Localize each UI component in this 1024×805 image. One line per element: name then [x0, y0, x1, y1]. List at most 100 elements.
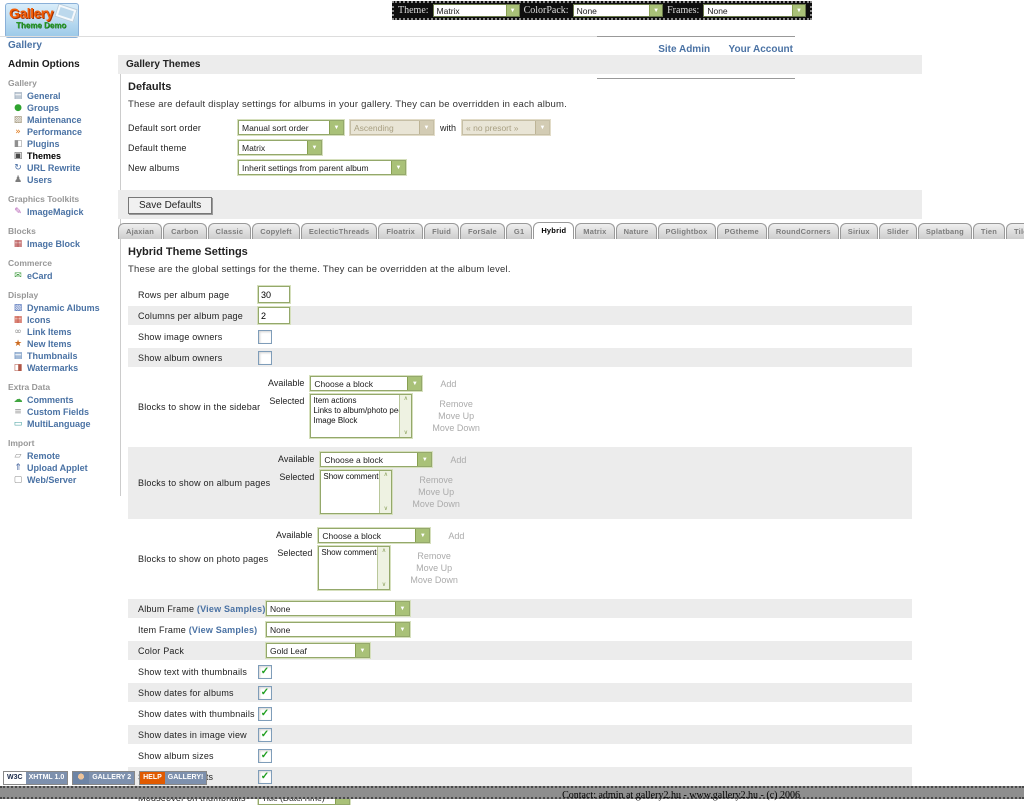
tab-pgtheme[interactable]: PGtheme	[717, 223, 767, 239]
selected-blocks-listbox[interactable]: Show comments	[320, 470, 392, 514]
show-view-counts-checkbox[interactable]: ✓	[258, 770, 272, 784]
move-down-button[interactable]: Move Down	[432, 423, 480, 433]
available-blocks-select[interactable]: Choose a block	[320, 452, 432, 467]
tab-slider[interactable]: Slider	[879, 223, 917, 239]
sidebar-item-upload-applet[interactable]: ⇑Upload Applet	[8, 462, 113, 474]
show-album-sizes-checkbox[interactable]: ✓	[258, 749, 272, 763]
tab-classic[interactable]: Classic	[208, 223, 252, 239]
gallery2-badge[interactable]: GALLERY 2	[72, 771, 135, 785]
listbox-option[interactable]: Links to album/photo peers	[313, 406, 397, 416]
listbox-option[interactable]: Image Block	[313, 416, 397, 426]
tab-hybrid[interactable]: Hybrid	[533, 222, 574, 239]
selected-blocks-listbox[interactable]: Show comments	[318, 546, 390, 590]
album-frame-select[interactable]: None	[266, 601, 410, 616]
move-up-button[interactable]: Move Up	[416, 563, 452, 573]
columns-per-page-input[interactable]	[258, 307, 290, 324]
breadcrumb[interactable]: Gallery	[8, 40, 42, 51]
view-samples-link[interactable]: (View Samples)	[189, 625, 258, 635]
sidebar-item-plugins[interactable]: ◧Plugins	[8, 138, 113, 150]
show-dates-albums-checkbox[interactable]: ✓	[258, 686, 272, 700]
remove-button[interactable]: Remove	[417, 551, 451, 561]
sidebar-item-dynamic-albums[interactable]: ▧Dynamic Albums	[8, 302, 113, 314]
tab-g1[interactable]: G1	[506, 223, 532, 239]
move-up-button[interactable]: Move Up	[438, 411, 474, 421]
show-dates-thumbs-checkbox[interactable]: ✓	[258, 707, 272, 721]
colorpack-select[interactable]: None	[573, 4, 664, 17]
move-down-button[interactable]: Move Down	[410, 575, 458, 585]
theme-select[interactable]: Matrix	[433, 4, 520, 17]
sort-order-select[interactable]: Manual sort order	[238, 120, 344, 135]
show-album-owners-checkbox[interactable]	[258, 351, 272, 365]
tab-eclecticthreads[interactable]: EclecticThreads	[301, 223, 378, 239]
tab-copyleft[interactable]: Copyleft	[252, 223, 300, 239]
color-pack-select[interactable]: Gold Leaf	[266, 643, 370, 658]
sidebar-item-image-block[interactable]: ▦Image Block	[8, 238, 113, 250]
remove-button[interactable]: Remove	[419, 475, 453, 485]
show-image-owners-checkbox[interactable]	[258, 330, 272, 344]
tab-tile[interactable]: Tile	[1006, 223, 1024, 239]
listbox-option[interactable]: Show comments	[321, 548, 375, 558]
available-blocks-select[interactable]: Choose a block	[310, 376, 422, 391]
gallery-logo[interactable]: Gallery Theme Demo	[5, 3, 79, 38]
sidebar-item-remote[interactable]: ▱Remote	[8, 450, 113, 462]
sidebar-item-link-items[interactable]: ∞Link Items	[8, 326, 113, 338]
sidebar-item-comments[interactable]: ☁Comments	[8, 394, 113, 406]
tab-tien[interactable]: Tien	[973, 223, 1005, 239]
sidebar-item-ecard[interactable]: ✉eCard	[8, 270, 113, 282]
listbox-scrollbar[interactable]	[379, 471, 391, 513]
sidebar-item-groups[interactable]: ●Groups	[8, 102, 113, 114]
dynamic-albums-icon: ▧	[12, 303, 24, 313]
tab-nature[interactable]: Nature	[616, 223, 657, 239]
available-blocks-select[interactable]: Choose a block	[318, 528, 430, 543]
save-defaults-bar: Save Defaults	[118, 190, 922, 219]
sidebar-item-maintenance[interactable]: ▨Maintenance	[8, 114, 113, 126]
add-button[interactable]: Add	[448, 528, 464, 541]
site-admin-link[interactable]: Site Admin	[658, 44, 710, 55]
sidebar-item-general[interactable]: ▤General	[8, 90, 113, 102]
tab-pglightbox[interactable]: PGlightbox	[658, 223, 716, 239]
selected-blocks-listbox[interactable]: Item actionsLinks to album/photo peersIm…	[310, 394, 412, 438]
tab-matrix[interactable]: Matrix	[575, 223, 614, 239]
sidebar-item-url-rewrite[interactable]: ↻URL Rewrite	[8, 162, 113, 174]
default-theme-select[interactable]: Matrix	[238, 140, 322, 155]
w3c-xhtml-badge[interactable]: W3C XHTML 1.0	[3, 771, 68, 785]
move-up-button[interactable]: Move Up	[418, 487, 454, 497]
tab-splatbang[interactable]: Splatbang	[918, 223, 972, 239]
move-down-button[interactable]: Move Down	[412, 499, 460, 509]
listbox-option[interactable]: Item actions	[313, 396, 397, 406]
sidebar-item-thumbnails[interactable]: ▤Thumbnails	[8, 350, 113, 362]
tab-floatrix[interactable]: Floatrix	[378, 223, 423, 239]
item-frame-select[interactable]: None	[266, 622, 410, 637]
add-button[interactable]: Add	[450, 452, 466, 465]
save-defaults-button[interactable]: Save Defaults	[128, 197, 212, 214]
help-gallery-badge[interactable]: HELP GALLERY!	[139, 771, 207, 785]
show-text-thumbs-checkbox[interactable]: ✓	[258, 665, 272, 679]
rows-per-page-input[interactable]	[258, 286, 290, 303]
tab-ajaxian[interactable]: Ajaxian	[118, 223, 162, 239]
remove-button[interactable]: Remove	[439, 399, 473, 409]
sidebar-item-users[interactable]: ♟Users	[8, 174, 113, 186]
listbox-scrollbar[interactable]	[399, 395, 411, 437]
view-samples-link[interactable]: (View Samples)	[197, 604, 266, 614]
sidebar-item-icons[interactable]: ▦Icons	[8, 314, 113, 326]
sidebar-item-imagemagick[interactable]: ✎ImageMagick	[8, 206, 113, 218]
sidebar-item-web-server[interactable]: ▢Web/Server	[8, 474, 113, 486]
tab-carbon[interactable]: Carbon	[163, 223, 206, 239]
sidebar-item-multilanguage[interactable]: ▭MultiLanguage	[8, 418, 113, 430]
sidebar-item-custom-fields[interactable]: ≡Custom Fields	[8, 406, 113, 418]
your-account-link[interactable]: Your Account	[729, 44, 793, 55]
tab-forsale[interactable]: ForSale	[460, 223, 505, 239]
add-button[interactable]: Add	[440, 376, 456, 389]
listbox-option[interactable]: Show comments	[323, 472, 377, 482]
tab-roundcorners[interactable]: RoundCorners	[768, 223, 839, 239]
tab-siriux[interactable]: Siriux	[840, 223, 878, 239]
sidebar-item-performance[interactable]: »Performance	[8, 126, 113, 138]
new-albums-select[interactable]: Inherit settings from parent album	[238, 160, 406, 175]
tab-fluid[interactable]: Fluid	[424, 223, 459, 239]
sidebar-item-new-items[interactable]: ★New Items	[8, 338, 113, 350]
show-dates-image-checkbox[interactable]: ✓	[258, 728, 272, 742]
sidebar-item-watermarks[interactable]: ◨Watermarks	[8, 362, 113, 374]
sidebar-item-themes[interactable]: ▣Themes	[8, 150, 113, 162]
frames-select[interactable]: None	[703, 4, 806, 17]
listbox-scrollbar[interactable]	[377, 547, 389, 589]
